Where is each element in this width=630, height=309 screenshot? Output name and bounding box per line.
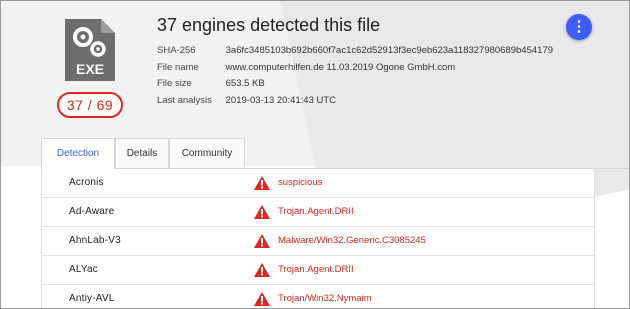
meta-row-file-name: File name www.computerhilfen.de 11.03.20… <box>157 60 553 77</box>
table-row: ALYac Trojan.Agent.DRII <box>42 256 594 285</box>
meta-value: 653.5 KB <box>225 78 265 89</box>
more-options-button[interactable]: ⋮ <box>566 14 592 40</box>
tab-bar: Detection Details Community <box>41 138 629 169</box>
detection-table: Acronis suspicious Ad-Aware Trojan.Agent… <box>41 169 595 308</box>
meta-row-last-analysis: Last analysis 2019-03-13 20:41:43 UTC <box>157 93 553 110</box>
vertical-dots-icon: ⋮ <box>571 18 587 35</box>
engine-name: Ad-Aware <box>69 206 115 217</box>
file-type-label: EXE <box>76 61 104 77</box>
detection-result: Trojan/Win32.Nymaim <box>278 293 372 304</box>
page-title: 37 engines detected this file <box>157 15 381 35</box>
engine-name: AhnLab-V3 <box>69 235 121 246</box>
warning-triangle-icon <box>254 234 270 248</box>
meta-label: SHA-256 <box>157 45 196 56</box>
tab-detection[interactable]: Detection <box>41 138 115 169</box>
table-row: Acronis suspicious <box>42 169 594 198</box>
detection-result: suspicious <box>278 177 323 188</box>
warning-triangle-icon <box>254 292 270 306</box>
meta-row-file-size: File size 653.5 KB <box>157 76 553 93</box>
engine-name: Antiy-AVL <box>69 293 115 304</box>
meta-label: File size <box>157 78 192 89</box>
warning-triangle-icon <box>254 263 270 277</box>
meta-value[interactable]: www.computerhilfen.de 11.03.2019 Ogone G… <box>226 60 456 77</box>
engine-name: Acronis <box>69 177 104 188</box>
file-meta: SHA-256 3a6fc3485103b692b660f7ac1c62d529… <box>157 43 553 109</box>
meta-row-sha256: SHA-256 3a6fc3485103b692b660f7ac1c62d529… <box>157 43 553 60</box>
detection-result: Trojan.Agent.DRII <box>278 264 354 275</box>
table-row: Ad-Aware Trojan.Agent.DRII <box>42 198 594 227</box>
table-row: Antiy-AVL Trojan/Win32.Nymaim <box>42 285 594 308</box>
table-row: AhnLab-V3 Malware/Win32.Generic.C3085245 <box>42 227 594 256</box>
meta-value[interactable]: 3a6fc3485103b692b660f7ac1c62d52913f3ec9e… <box>226 43 553 60</box>
tab-community[interactable]: Community <box>169 138 245 168</box>
exe-file-icon: EXE <box>65 19 115 81</box>
engine-name: ALYac <box>69 264 98 275</box>
detection-result: Trojan.Agent.DRII <box>278 206 354 217</box>
report-panel: EXE 37 / 69 37 engines detected this fil… <box>0 0 630 309</box>
warning-triangle-icon <box>254 176 270 190</box>
meta-label: Last analysis <box>157 94 212 106</box>
meta-label: File name <box>157 61 199 73</box>
tab-details[interactable]: Details <box>115 138 169 168</box>
detection-result: Malware/Win32.Generic.C3085245 <box>278 235 426 246</box>
meta-value: 2019-03-13 20:41:43 UTC <box>225 94 337 106</box>
warning-triangle-icon <box>254 205 270 219</box>
detection-ratio-badge: 37 / 69 <box>57 92 123 118</box>
